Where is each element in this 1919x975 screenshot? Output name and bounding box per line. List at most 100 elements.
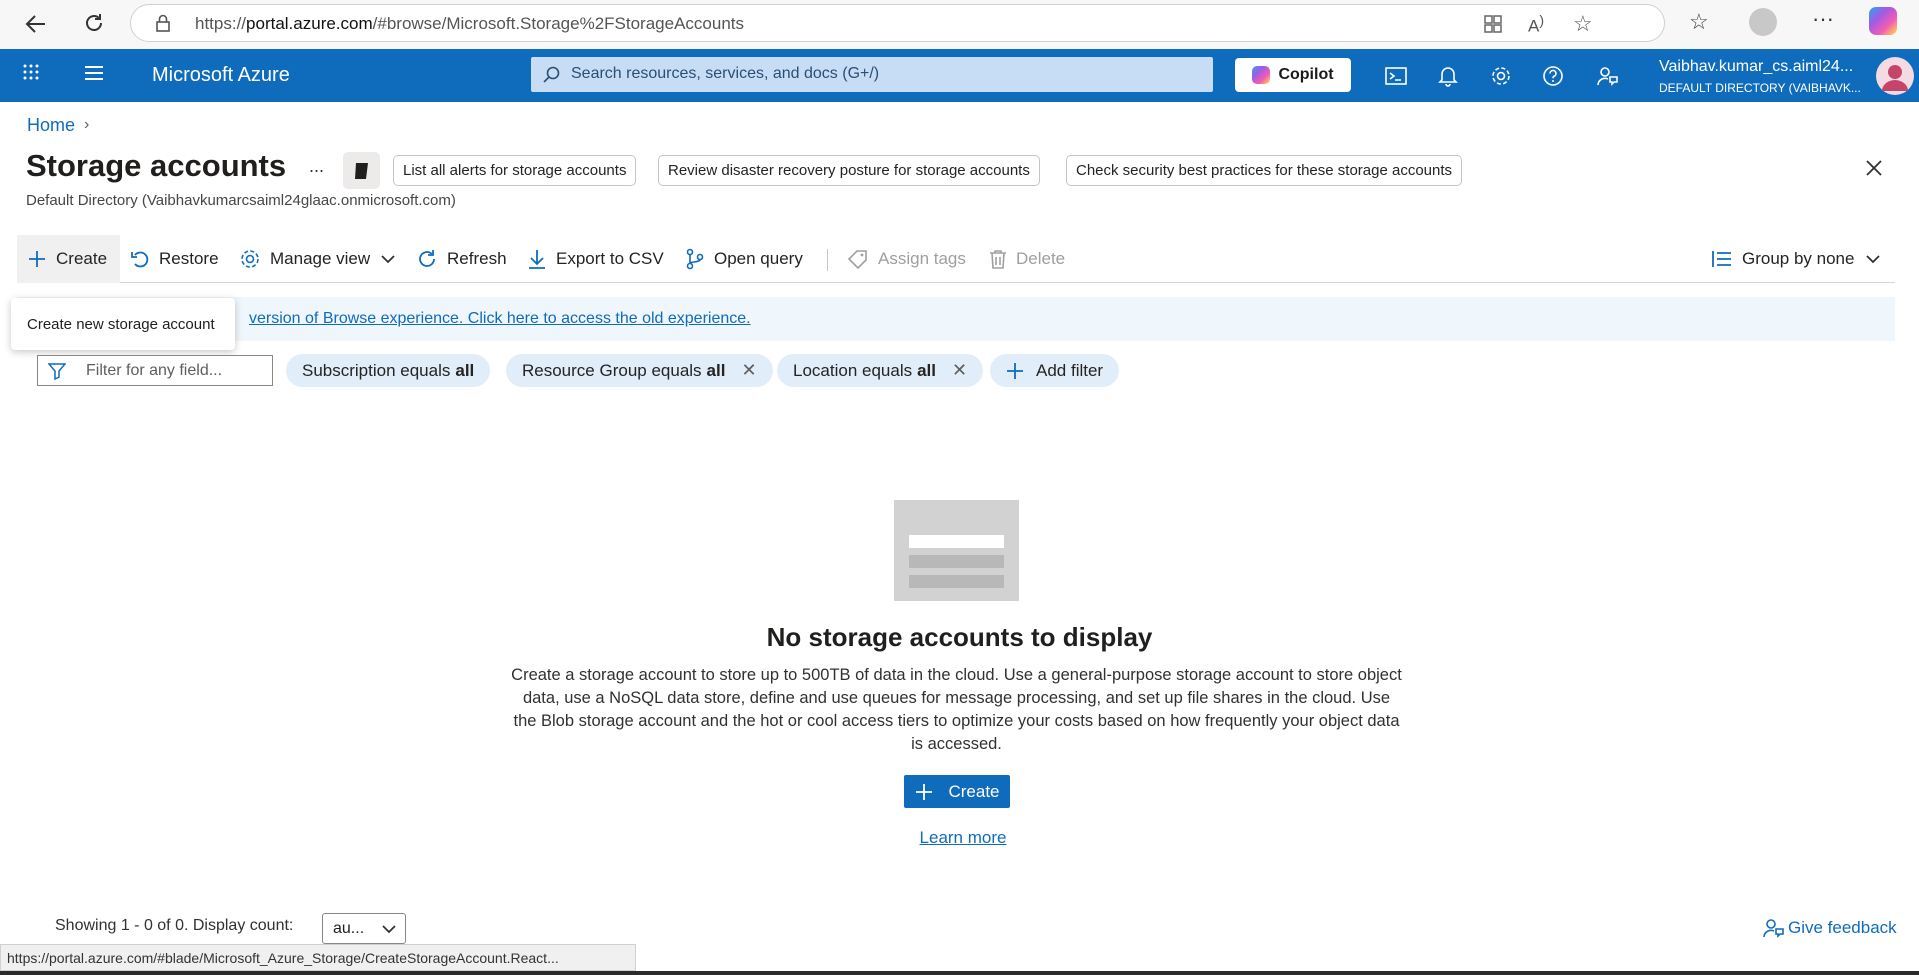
subscription-filter-value: all (455, 360, 475, 380)
copilot-logo-icon (1252, 66, 1271, 84)
subscription-filter-label: Subscription equals (302, 360, 451, 380)
page-title: Storage accounts (26, 148, 287, 183)
give-feedback-link[interactable]: Give feedback (1762, 917, 1897, 939)
refresh-button[interactable]: Refresh (416, 235, 507, 283)
list-group-icon (1712, 251, 1731, 267)
filter-funnel-icon (47, 362, 67, 385)
url-text: https://portal.azure.com/#browse/Microso… (195, 14, 744, 33)
tooltip-text: Create new storage account (27, 316, 215, 333)
assign-tags-button[interactable]: Assign tags (847, 235, 966, 283)
info-banner: version of Browse experience. Click here… (17, 297, 1895, 341)
old-experience-link[interactable]: version of Browse experience. Click here… (249, 310, 751, 328)
more-actions-button[interactable]: ... (309, 156, 324, 177)
suggestion-list-alerts[interactable]: List all alerts for storage accounts (393, 155, 637, 186)
settings-gear-icon[interactable] (1486, 61, 1516, 91)
help-icon[interactable] (1538, 61, 1568, 91)
portal-brand[interactable]: Microsoft Azure (152, 64, 290, 87)
add-filter-label: Add filter (1036, 360, 1104, 380)
learn-more-link[interactable]: Learn more (0, 828, 1919, 848)
manage-view-button[interactable]: Manage view (239, 235, 397, 283)
create-label: Create (56, 249, 108, 268)
cloud-shell-icon[interactable] (1381, 61, 1411, 91)
download-icon (529, 250, 545, 269)
user-avatar[interactable] (1876, 57, 1914, 95)
more-options-icon[interactable]: ··· (1812, 6, 1834, 32)
app-launcher-icon[interactable] (22, 63, 40, 86)
read-aloud-icon[interactable]: A) (1528, 13, 1544, 37)
apps-icon[interactable] (1483, 14, 1503, 39)
display-count-value: au... (333, 920, 365, 937)
plus-icon (29, 251, 45, 267)
open-query-button[interactable]: Open query (685, 235, 803, 283)
give-feedback-label: Give feedback (1788, 918, 1897, 937)
empty-state-create-button[interactable]: Create (904, 775, 1010, 808)
add-filter-button[interactable]: Add filter (990, 354, 1120, 387)
page-subtitle: Default Directory (Vaibhavkumarcsaiml24g… (26, 192, 456, 209)
export-csv-label: Export to CSV (556, 249, 664, 268)
results-count-text: Showing 1 - 0 of 0. Display count: (55, 917, 294, 934)
location-filter-value: all (917, 360, 936, 380)
copilot-suggestions-icon[interactable] (343, 152, 380, 189)
subscription-filter-pill[interactable]: Subscription equals all (286, 354, 491, 387)
command-bar: Create Restore Manage view Refresh Expor… (17, 235, 1895, 283)
notifications-bell-icon[interactable] (1433, 61, 1463, 91)
suggestion-security-best-practices[interactable]: Check security best practices for these … (1066, 155, 1463, 186)
illustration-line (909, 575, 1004, 588)
global-search-input[interactable]: Search resources, services, and docs (G+… (531, 57, 1213, 92)
remove-filter-icon[interactable]: ✕ (741, 360, 756, 381)
user-directory[interactable]: DEFAULT DIRECTORY (VAIBHAVK... (1659, 81, 1861, 95)
browser-toolbar: https://portal.azure.com/#browse/Microso… (0, 0, 1919, 49)
create-button[interactable]: Create (17, 235, 120, 283)
feedback-person-icon[interactable] (1592, 61, 1622, 91)
filter-field[interactable] (37, 355, 273, 386)
gear-icon (241, 250, 259, 268)
delete-label: Delete (1016, 249, 1066, 268)
tag-icon (847, 250, 867, 269)
group-by-dropdown[interactable]: Group by none (1711, 235, 1882, 283)
location-filter-pill[interactable]: Location equals all ✕ (777, 354, 984, 387)
trash-icon (990, 250, 1006, 269)
empty-storage-illustration (894, 500, 1019, 601)
command-divider (827, 249, 828, 271)
filter-input[interactable] (84, 361, 264, 381)
copilot-button[interactable]: Copilot (1235, 58, 1351, 92)
remove-filter-icon[interactable]: ✕ (952, 360, 967, 381)
chevron-down-icon (381, 255, 395, 264)
location-filter-label: Location equals (793, 360, 913, 380)
search-placeholder: Search resources, services, and docs (G+… (571, 65, 880, 82)
chevron-down-icon (382, 925, 396, 934)
suggestion-disaster-recovery[interactable]: Review disaster recovery posture for sto… (658, 155, 1040, 186)
breadcrumb-chevron-icon: › (84, 116, 90, 133)
restore-button[interactable]: Restore (130, 235, 219, 283)
user-account-name[interactable]: Vaibhav.kumar_cs.aiml24... (1659, 58, 1853, 76)
illustration-line (909, 535, 1004, 548)
address-bar[interactable]: https://portal.azure.com/#browse/Microso… (130, 4, 1665, 42)
delete-button[interactable]: Delete (989, 235, 1065, 283)
hamburger-menu-icon[interactable] (84, 64, 104, 87)
copilot-browser-icon[interactable] (1869, 7, 1897, 35)
empty-state-description: Create a storage account to store up to … (511, 666, 1402, 753)
illustration-line (909, 555, 1004, 568)
empty-state-title: No storage accounts to display (766, 622, 1153, 652)
lock-icon (155, 14, 171, 37)
favorites-icon[interactable]: ☆ (1689, 9, 1709, 35)
plus-icon (1007, 362, 1023, 379)
query-branch-icon (686, 248, 704, 270)
profile-icon[interactable] (1749, 8, 1777, 36)
chevron-down-icon (1866, 255, 1881, 264)
display-count-dropdown[interactable]: au... (322, 913, 406, 944)
export-csv-button[interactable]: Export to CSV (527, 235, 664, 283)
restore-icon (131, 251, 149, 268)
back-arrow-icon[interactable] (18, 6, 54, 42)
resource-group-filter-pill[interactable]: Resource Group equals all ✕ (506, 354, 773, 387)
restore-label: Restore (159, 249, 219, 268)
resource-group-filter-value: all (706, 360, 726, 380)
breadcrumb-home[interactable]: Home (27, 115, 75, 136)
feedback-person-icon (1763, 919, 1784, 938)
reload-icon[interactable] (76, 5, 112, 41)
refresh-icon (419, 250, 435, 267)
favorite-star-icon[interactable]: ☆ (1573, 11, 1593, 37)
plus-icon (916, 783, 933, 800)
resource-group-filter-label: Resource Group equals (522, 360, 702, 380)
close-blade-icon[interactable] (1864, 158, 1884, 183)
